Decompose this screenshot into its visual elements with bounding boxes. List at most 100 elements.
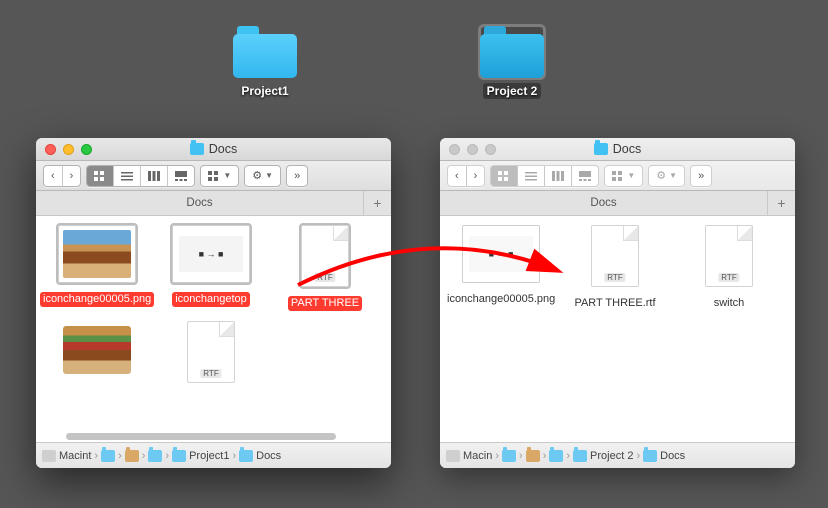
list-view-button[interactable]	[518, 166, 545, 186]
new-tab-button[interactable]: +	[767, 191, 795, 215]
titlebar[interactable]: Docs	[440, 138, 795, 161]
file-label: iconchange00005.png	[40, 292, 154, 307]
home-icon	[125, 450, 139, 462]
path-segment[interactable]	[526, 450, 540, 462]
gear-icon: ⚙	[252, 169, 262, 182]
folder-icon	[148, 450, 162, 462]
gallery-view-button[interactable]	[572, 166, 598, 186]
path-text: Docs	[256, 450, 281, 462]
pathbar[interactable]: Macin› › › › Project 2› Docs	[440, 442, 795, 468]
folder-icon	[233, 26, 297, 78]
title-text: Docs	[209, 142, 237, 156]
zoom-button[interactable]	[485, 144, 496, 155]
file-item[interactable]: PART THREE	[268, 221, 382, 311]
tab-docs[interactable]: Docs	[440, 191, 767, 215]
path-segment[interactable]	[549, 450, 563, 462]
window-controls	[45, 144, 92, 155]
path-text: Project 2	[590, 450, 633, 462]
folder-icon	[172, 450, 186, 462]
action-dropdown[interactable]: ⚙▼	[648, 165, 685, 187]
hdd-icon	[446, 450, 460, 462]
finder-window-docs-2[interactable]: Docs ‹ › ▼ ⚙▼ » Docs + ■ → ■ iconchange0…	[440, 138, 795, 468]
file-item[interactable]	[40, 317, 154, 407]
file-label	[208, 400, 214, 402]
hdd-icon	[42, 450, 56, 462]
folder-icon	[643, 450, 657, 462]
view-buttons	[86, 165, 195, 187]
nav-buttons: ‹ ›	[43, 165, 81, 187]
file-label	[94, 396, 100, 398]
titlebar[interactable]: Docs	[36, 138, 391, 161]
path-text: Macin	[463, 450, 492, 462]
view-buttons	[490, 165, 599, 187]
path-segment[interactable]	[148, 450, 162, 462]
path-segment[interactable]: Macin	[446, 450, 492, 462]
action-dropdown[interactable]: ⚙▼	[244, 165, 281, 187]
nav-buttons: ‹ ›	[447, 165, 485, 187]
toolbar-overflow[interactable]: »	[690, 165, 712, 187]
file-item[interactable]: ■ → ■ iconchangetop	[154, 221, 268, 311]
path-segment[interactable]: Docs	[643, 450, 685, 462]
icon-view-button[interactable]	[87, 166, 114, 186]
file-item[interactable]: switch	[672, 221, 786, 311]
path-segment[interactable]	[502, 450, 516, 462]
group-dropdown[interactable]: ▼	[200, 165, 239, 187]
toolbar: ‹ › ▼ ⚙▼ »	[440, 161, 795, 191]
image-thumbnail	[58, 321, 136, 379]
icon-view-button[interactable]	[491, 166, 518, 186]
file-item[interactable]	[154, 317, 268, 407]
path-segment[interactable]: Docs	[239, 450, 281, 462]
finder-window-docs-1[interactable]: Docs ‹ › ▼ ⚙▼ » Docs + iconchange00005.p…	[36, 138, 391, 468]
back-button[interactable]: ‹	[448, 166, 467, 186]
path-segment[interactable]: Macint	[42, 450, 91, 462]
folder-icon	[573, 450, 587, 462]
folder-icon	[239, 450, 253, 462]
file-grid[interactable]: ■ → ■ iconchange00005.png PART THREE.rtf…	[440, 216, 795, 442]
image-thumbnail: ■ → ■	[172, 225, 250, 283]
list-view-button[interactable]	[114, 166, 141, 186]
horizontal-scrollbar[interactable]	[66, 433, 336, 440]
rtf-icon	[187, 321, 235, 383]
file-label: PART THREE	[288, 296, 362, 311]
file-grid[interactable]: iconchange00005.png ■ → ■ iconchangetop …	[36, 216, 391, 442]
new-tab-button[interactable]: +	[363, 191, 391, 215]
close-button[interactable]	[449, 144, 460, 155]
file-item[interactable]: PART THREE.rtf	[558, 221, 672, 311]
desktop-folder-project2[interactable]: Project 2	[475, 26, 549, 100]
path-text: Project1	[189, 450, 229, 462]
folder-icon	[502, 450, 516, 462]
column-view-button[interactable]	[545, 166, 572, 186]
forward-button[interactable]: ›	[63, 166, 81, 186]
group-dropdown[interactable]: ▼	[604, 165, 643, 187]
path-segment[interactable]: Project 2	[573, 450, 633, 462]
toolbar-overflow[interactable]: »	[286, 165, 308, 187]
gallery-view-button[interactable]	[168, 166, 194, 186]
forward-button[interactable]: ›	[467, 166, 485, 186]
back-button[interactable]: ‹	[44, 166, 63, 186]
folder-icon	[101, 450, 115, 462]
gear-icon: ⚙	[656, 169, 666, 182]
minimize-button[interactable]	[63, 144, 74, 155]
file-item[interactable]: ■ → ■ iconchange00005.png	[444, 221, 558, 311]
image-thumbnail: ■ → ■	[462, 225, 540, 283]
folder-icon	[190, 143, 204, 155]
close-button[interactable]	[45, 144, 56, 155]
minimize-button[interactable]	[467, 144, 478, 155]
path-text: Macint	[59, 450, 91, 462]
rtf-icon	[301, 225, 349, 287]
path-segment[interactable]	[101, 450, 115, 462]
file-item[interactable]: iconchange00005.png	[40, 221, 154, 311]
folder-icon	[594, 143, 608, 155]
home-icon	[526, 450, 540, 462]
tabbar: Docs +	[440, 191, 795, 216]
path-segment[interactable]: Project1	[172, 450, 229, 462]
path-segment[interactable]	[125, 450, 139, 462]
desktop-folder-project1[interactable]: Project1	[228, 26, 302, 100]
rtf-icon	[705, 225, 753, 287]
tab-docs[interactable]: Docs	[36, 191, 363, 215]
pathbar[interactable]: Macint› › › › Project1› Docs	[36, 442, 391, 468]
column-view-button[interactable]	[141, 166, 168, 186]
file-label: switch	[711, 296, 748, 311]
zoom-button[interactable]	[81, 144, 92, 155]
file-label: iconchange00005.png	[444, 292, 558, 307]
